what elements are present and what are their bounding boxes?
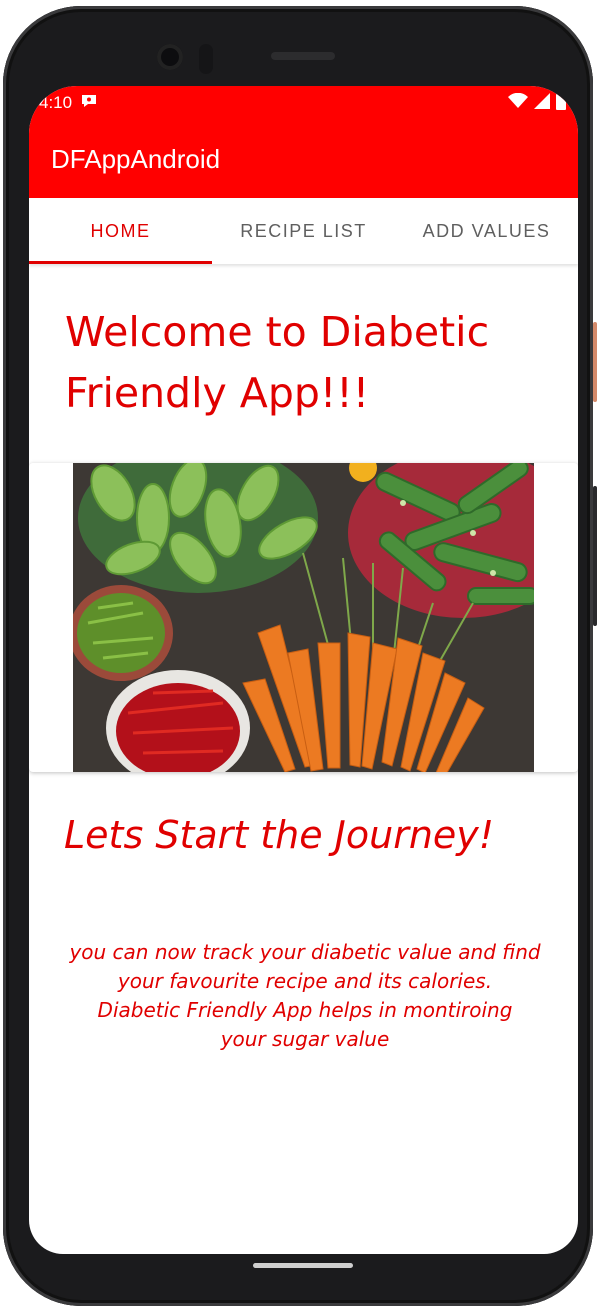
welcome-heading: Welcome to Diabetic Friendly App!!! xyxy=(65,302,545,424)
earpiece-speaker xyxy=(271,52,335,60)
notification-icon xyxy=(80,93,98,114)
wifi-icon xyxy=(508,92,528,114)
journey-heading: Lets Start the Journey! xyxy=(64,813,495,857)
tab-label: ADD VALUES xyxy=(422,220,551,241)
app-bar: DFAppAndroid xyxy=(29,120,578,198)
tab-bar: HOME RECIPE LIST ADD VALUES xyxy=(29,198,578,264)
home-gesture-bar[interactable] xyxy=(253,1263,353,1268)
volume-button[interactable] xyxy=(593,486,597,626)
welcome-line: Friendly App!!! xyxy=(65,369,370,417)
description-text: you can now track your diabetic value an… xyxy=(55,938,555,1054)
app-title: DFAppAndroid xyxy=(51,143,221,174)
front-camera xyxy=(157,44,183,70)
phone-frame: 4:10 DFAppAndroid HOME RECIPE LIST ADD V… xyxy=(3,6,597,1306)
device-screen: 4:10 DFAppAndroid HOME RECIPE LIST ADD V… xyxy=(29,86,578,1254)
vegetables-image xyxy=(73,463,534,772)
status-bar: 4:10 xyxy=(29,86,578,120)
tab-add-values[interactable]: ADD VALUES xyxy=(395,198,578,264)
description-line: Diabetic Friendly App helps in montiroin… xyxy=(97,998,513,1022)
tab-label: HOME xyxy=(90,220,151,241)
power-button[interactable] xyxy=(593,322,597,402)
status-time: 4:10 xyxy=(39,93,73,112)
description-line: you can now track your diabetic value an… xyxy=(69,940,541,964)
tab-label: RECIPE LIST xyxy=(240,220,367,241)
description-line: your sugar value xyxy=(220,1027,390,1051)
proximity-sensor xyxy=(199,44,213,74)
tab-recipe-list[interactable]: RECIPE LIST xyxy=(212,198,395,264)
image-card xyxy=(29,463,578,772)
signal-icon xyxy=(534,92,550,114)
battery-icon xyxy=(556,91,566,115)
tab-home[interactable]: HOME xyxy=(29,198,212,264)
welcome-line: Welcome to Diabetic xyxy=(65,308,490,356)
description-line: your favourite recipe and its calories. xyxy=(117,969,493,993)
